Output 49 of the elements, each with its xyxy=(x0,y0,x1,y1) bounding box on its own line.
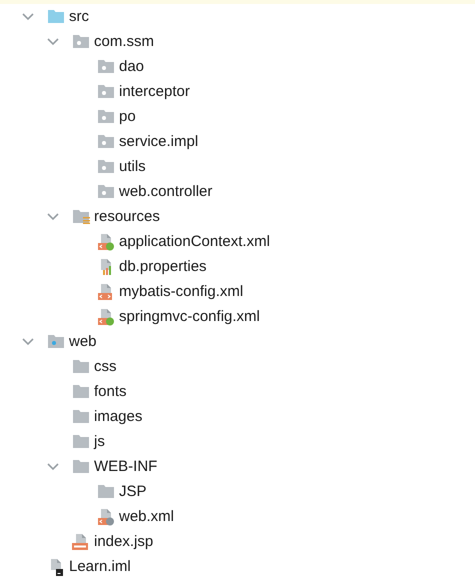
tree-item-label[interactable]: resources xyxy=(94,209,160,224)
tree-item-label[interactable]: po xyxy=(119,109,136,124)
folder-icon xyxy=(72,434,90,449)
chevron-down-icon[interactable] xyxy=(47,212,59,220)
package-icon xyxy=(97,84,115,99)
tree-item-label[interactable]: utils xyxy=(119,159,146,174)
tree-item-label[interactable]: JSP xyxy=(119,484,147,499)
tree-item-label[interactable]: mybatis-config.xml xyxy=(119,284,244,299)
package-icon xyxy=(72,34,90,49)
tree-item-label[interactable]: Learn.iml xyxy=(69,559,131,574)
folder-icon xyxy=(72,409,90,424)
spring-xml-file-icon xyxy=(97,232,115,250)
tree-item-label[interactable]: com.ssm xyxy=(94,34,154,49)
package-icon xyxy=(97,59,115,74)
tree-item-label[interactable]: db.properties xyxy=(119,259,207,274)
package-icon xyxy=(97,159,115,174)
tree-item-label[interactable]: web.controller xyxy=(119,184,212,199)
folder-icon xyxy=(72,459,90,474)
tree-item-label[interactable]: web.xml xyxy=(119,509,174,524)
package-icon xyxy=(97,134,115,149)
folder-icon xyxy=(72,359,90,374)
tree-item-label[interactable]: applicationContext.xml xyxy=(119,234,270,249)
package-icon xyxy=(97,109,115,124)
chevron-down-icon[interactable] xyxy=(22,12,34,20)
tree-item-label[interactable]: interceptor xyxy=(119,84,190,99)
web-xml-file-icon xyxy=(97,508,115,526)
chevron-down-icon[interactable] xyxy=(47,38,59,46)
tree-item-label[interactable]: WEB-INF xyxy=(94,459,158,474)
package-icon xyxy=(97,184,115,199)
web-folder-icon xyxy=(47,334,65,349)
tree-item-label[interactable]: springmvc-config.xml xyxy=(119,309,260,324)
resources-folder-icon xyxy=(72,209,90,224)
spring-xml-file-icon xyxy=(97,308,115,326)
chevron-down-icon[interactable] xyxy=(22,338,34,346)
tree-item-label[interactable]: dao xyxy=(119,59,144,74)
xml-file-icon xyxy=(97,282,115,300)
jsp-file-icon xyxy=(72,532,90,550)
tree-item-label[interactable]: index.jsp xyxy=(94,534,154,549)
tree-item-label[interactable]: css xyxy=(94,359,116,374)
tree-item-label[interactable]: js xyxy=(94,434,105,449)
tree-item-label[interactable]: images xyxy=(94,409,142,424)
folder-icon xyxy=(97,484,115,499)
chevron-down-icon[interactable] xyxy=(47,462,59,470)
folder-icon xyxy=(47,9,65,24)
tree-item-label[interactable]: src xyxy=(69,9,89,24)
tree-item-label[interactable]: web xyxy=(69,334,97,349)
folder-icon xyxy=(72,384,90,399)
tree-item-label[interactable]: service.impl xyxy=(119,134,198,149)
tree-item-label[interactable]: fonts xyxy=(94,384,127,399)
